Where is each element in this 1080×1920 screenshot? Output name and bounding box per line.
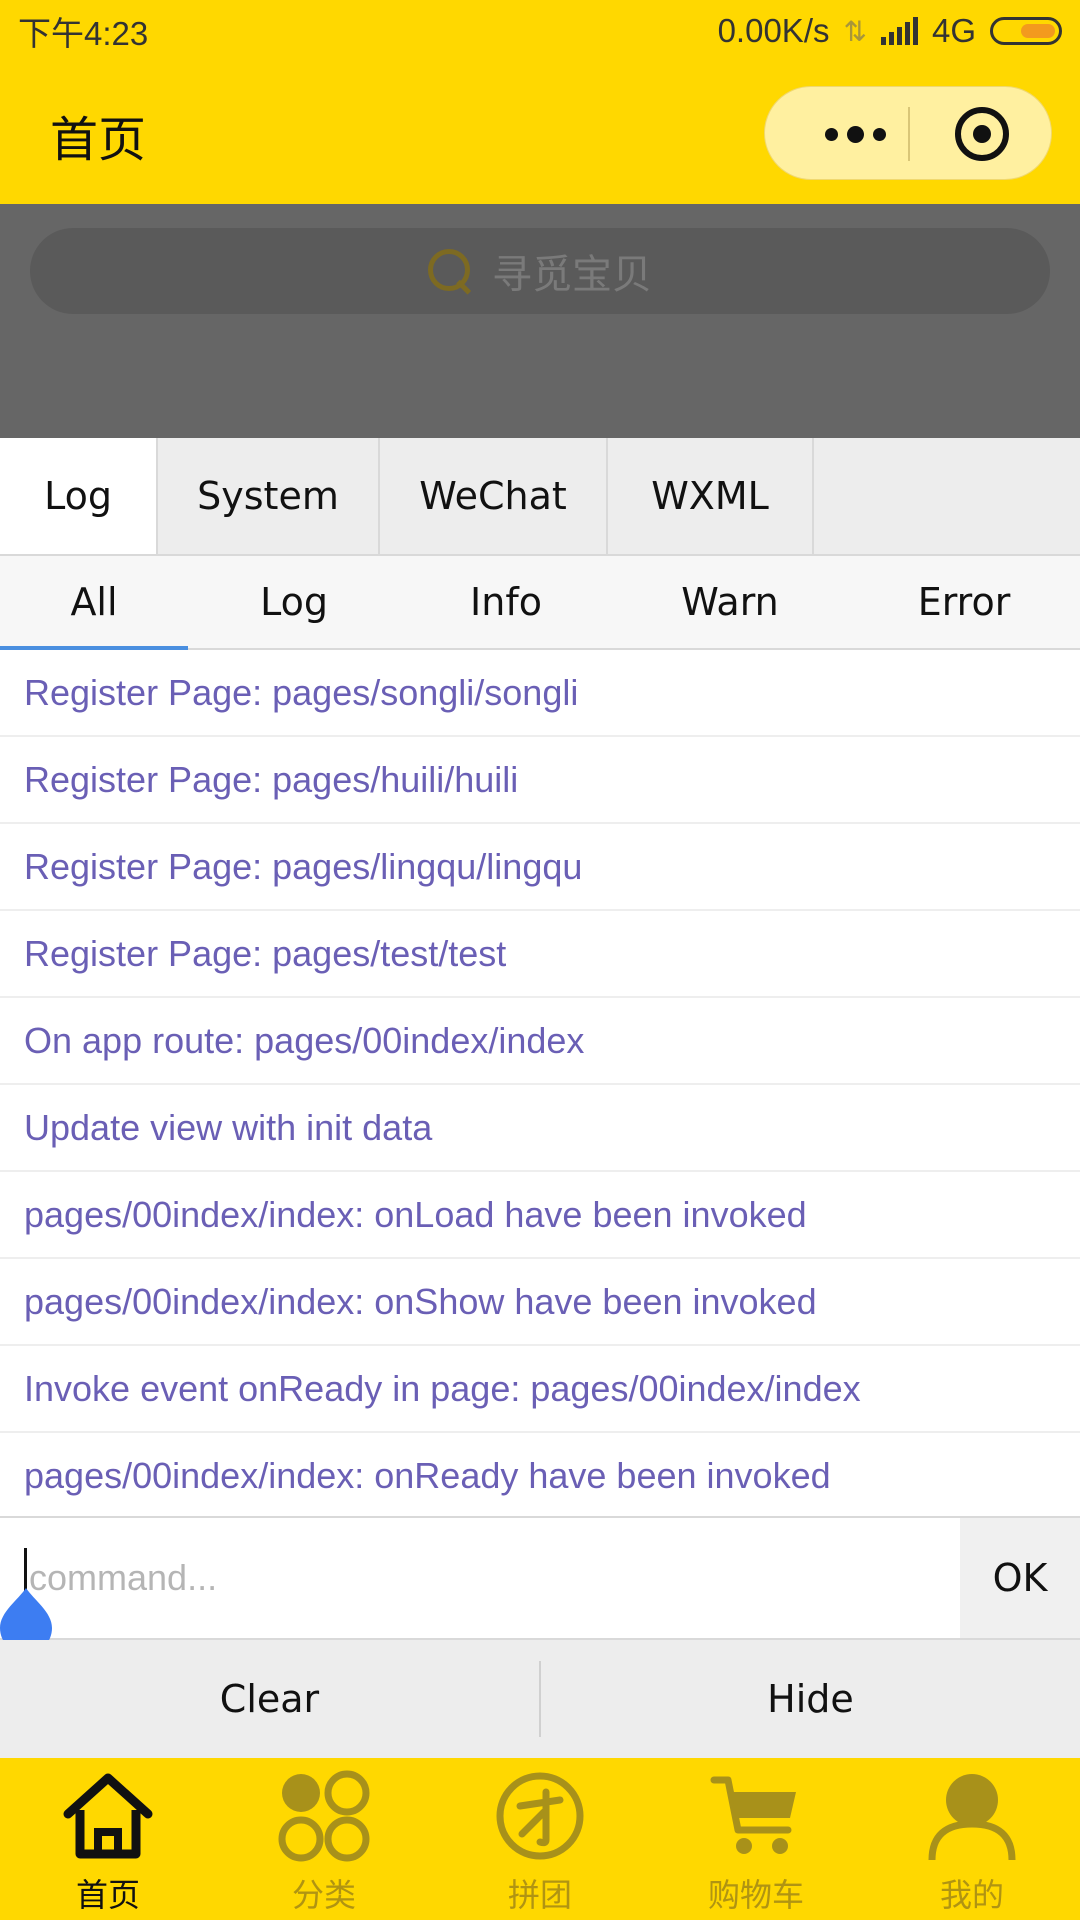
tab-label: 我的 xyxy=(939,1876,1004,1914)
network-type: 4G xyxy=(931,12,976,49)
tab-wechat[interactable]: WeChat xyxy=(380,438,608,554)
tab-home[interactable]: 首页 xyxy=(0,1758,216,1920)
clear-button[interactable]: Clear xyxy=(0,1640,539,1758)
bottom-tab-bar: 首页 分类 拼团 购物车 我的 xyxy=(0,1758,1080,1920)
category-icon xyxy=(278,1770,370,1862)
log-item: Register Page: pages/songli/songli xyxy=(0,650,1080,737)
page-title: 首页 xyxy=(50,112,147,168)
filter-error[interactable]: Error xyxy=(848,556,1080,648)
log-item: pages/00index/index: onReady have been i… xyxy=(0,1433,1080,1516)
signal-icon xyxy=(880,17,918,45)
log-item: pages/00index/index: onLoad have been in… xyxy=(0,1172,1080,1259)
home-icon xyxy=(63,1773,153,1859)
console-tabs: Log System WeChat WXML xyxy=(0,438,1080,556)
search-bar[interactable]: 寻觅宝贝 xyxy=(30,228,1050,314)
filter-warn[interactable]: Warn xyxy=(612,556,848,648)
tab-label: 购物车 xyxy=(707,1876,804,1914)
tab-label: 分类 xyxy=(291,1876,356,1914)
command-bar: OK xyxy=(0,1516,1080,1640)
page-overlay: 寻觅宝贝 xyxy=(0,204,1080,438)
console-footer: Clear Hide xyxy=(0,1640,1080,1758)
tab-profile[interactable]: 我的 xyxy=(864,1758,1080,1920)
log-item: On app route: pages/00index/index xyxy=(0,998,1080,1085)
ok-button[interactable]: OK xyxy=(960,1518,1080,1638)
log-item: Update view with init data xyxy=(0,1085,1080,1172)
filter-all[interactable]: All xyxy=(0,556,188,650)
filter-log[interactable]: Log xyxy=(188,556,400,648)
log-item: Register Page: pages/huili/huili xyxy=(0,737,1080,824)
filter-info[interactable]: Info xyxy=(400,556,612,648)
data-transfer-icon: ⇅ xyxy=(843,15,867,47)
tab-category[interactable]: 分类 xyxy=(216,1758,432,1920)
tab-system[interactable]: System xyxy=(158,438,380,554)
log-item: Register Page: pages/test/test xyxy=(0,911,1080,998)
nav-bar: 首页 xyxy=(0,62,1080,204)
log-item: Register Page: pages/lingqu/lingqu xyxy=(0,824,1080,911)
more-icon[interactable] xyxy=(805,87,905,181)
tab-cart[interactable]: 购物车 xyxy=(648,1758,864,1920)
tab-group-buy[interactable]: 拼团 xyxy=(432,1758,648,1920)
command-input[interactable] xyxy=(24,1548,954,1608)
tab-log[interactable]: Log xyxy=(0,438,158,554)
network-speed: 0.00K/s xyxy=(717,12,830,49)
log-item: pages/00index/index: onShow have been in… xyxy=(0,1259,1080,1346)
battery-icon xyxy=(990,17,1062,45)
close-mini-program-icon[interactable] xyxy=(955,107,1009,161)
profile-icon xyxy=(928,1774,1016,1861)
capsule-divider xyxy=(908,107,910,161)
tab-wxml[interactable]: WXML xyxy=(608,438,814,554)
log-filter-tabs: All Log Info Warn Error xyxy=(0,556,1080,650)
status-indicators: 0.00K/s ⇅ 4G xyxy=(718,12,1062,50)
status-time: 下午4:23 xyxy=(18,15,149,52)
status-bar: 下午4:23 0.00K/s ⇅ 4G xyxy=(0,0,1080,62)
group-buy-icon xyxy=(496,1772,584,1860)
log-item: Invoke event onReady in page: pages/00in… xyxy=(0,1346,1080,1433)
tab-label: 拼团 xyxy=(507,1876,572,1914)
cart-icon xyxy=(710,1776,796,1854)
mini-program-capsule xyxy=(764,86,1052,180)
tab-label: 首页 xyxy=(75,1876,140,1914)
hide-button[interactable]: Hide xyxy=(541,1640,1080,1758)
search-placeholder: 寻觅宝贝 xyxy=(492,252,652,298)
log-list[interactable]: Register Page: pages/songli/songli Regis… xyxy=(0,650,1080,1516)
search-icon xyxy=(428,249,472,293)
